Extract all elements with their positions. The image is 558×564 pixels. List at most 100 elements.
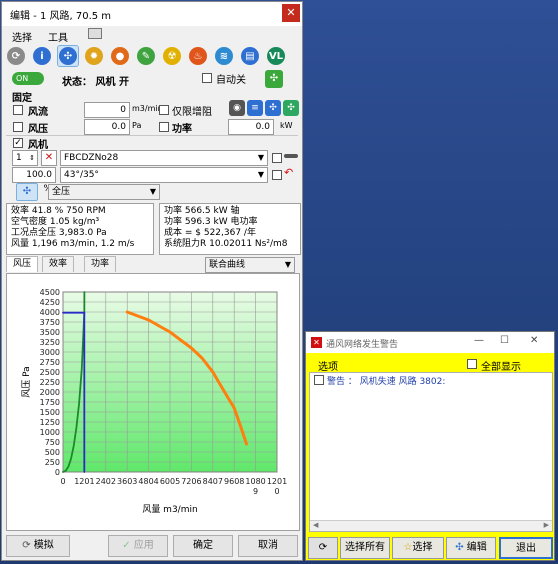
y-tick-label: 2750 xyxy=(40,358,60,367)
layers-icon[interactable]: ▤ xyxy=(240,46,260,66)
fan-on-toggle[interactable]: ON xyxy=(12,72,44,85)
fan-green-icon[interactable]: ✣ xyxy=(283,100,299,116)
fan-settings-icon[interactable]: ✣ xyxy=(16,183,38,201)
performance-info-right: 功率 566.5 kW 轴 功率 596.3 kW 电功率 成本 = $ 522… xyxy=(159,203,301,255)
y-tick-label: 1750 xyxy=(40,398,60,407)
toolbar: ⟳ i ✣ ✹ ● ✎ ☢ ♨ ≋ ▤ VL xyxy=(2,44,302,68)
auto-off-checkbox[interactable] xyxy=(202,73,212,83)
dialog-titlebar: 编辑 - 1 风路, 70.5 m ✕ xyxy=(2,2,302,26)
simulate-icon: ⟳ xyxy=(22,540,31,551)
fan-blue-icon[interactable]: ✣ xyxy=(265,100,281,116)
select-button[interactable]: ☆选择 xyxy=(392,537,444,559)
status-label: 状态： 风机 开 xyxy=(62,77,129,88)
info-icon[interactable]: i xyxy=(32,46,52,66)
power-checkbox[interactable] xyxy=(159,122,169,132)
simulate-button[interactable]: ⟳ 模拟 xyxy=(6,535,70,557)
refresh-icon[interactable]: ⟳ xyxy=(6,46,26,66)
chevron-down-icon: ▼ xyxy=(284,260,291,269)
airflow-input[interactable]: 0 xyxy=(84,102,130,118)
horizontal-scrollbar[interactable]: ◀ ▶ xyxy=(310,520,552,531)
y-tick-label: 2500 xyxy=(40,368,60,377)
ok-button[interactable]: 确定 xyxy=(173,535,233,557)
airflow-checkbox[interactable] xyxy=(13,105,23,115)
pressure-type-select[interactable]: 全压 ▼ xyxy=(48,184,160,200)
increase-only-checkbox[interactable] xyxy=(159,105,169,115)
fan-icon-glyph: ✣ xyxy=(59,47,77,65)
simulate-icon-button[interactable]: ⟳ xyxy=(308,537,338,559)
stepper-arrows-icon[interactable]: ⇕ xyxy=(29,151,35,165)
exit-button[interactable]: 退出 xyxy=(499,537,553,559)
power-input[interactable]: 0.0 xyxy=(228,119,274,135)
y-tick-label: 1000 xyxy=(40,428,60,437)
tab-pressure[interactable]: 风压 xyxy=(6,256,39,272)
curve-type-select[interactable]: 联合曲线 ▼ xyxy=(205,257,295,273)
close-icon[interactable]: ✕ xyxy=(530,335,538,346)
close-button[interactable]: ✕ xyxy=(282,4,300,22)
edit-button[interactable]: ✣ 编辑 xyxy=(446,537,496,559)
flame-icon[interactable]: ♨ xyxy=(188,46,208,66)
chat-icon-glyph: ✎ xyxy=(137,47,155,65)
y-tick-label: 4000 xyxy=(40,308,60,317)
pressure-checkbox[interactable] xyxy=(13,122,23,132)
list-icon[interactable]: ≡ xyxy=(247,100,263,116)
efficiency-line: 效率 41.8 % 750 RPM xyxy=(11,206,106,216)
shaft-power-line: 功率 566.5 kW 轴 xyxy=(164,206,240,216)
vl-icon[interactable]: VL xyxy=(266,46,286,66)
fan-edit-icon: ✣ xyxy=(455,542,464,553)
fan-checkbox[interactable]: ✓ xyxy=(13,138,23,148)
fan-wheel-icon[interactable]: ✣ xyxy=(265,70,283,88)
warning-titlebar: ✕ 通风网络发生警告 — ☐ ✕ xyxy=(306,332,554,353)
y-tick-label: 3750 xyxy=(40,318,60,327)
pressure-input[interactable]: 0.0 xyxy=(84,119,130,135)
fan-count-stepper[interactable]: 1 ⇕ xyxy=(12,150,38,166)
chat-icon[interactable]: ✎ xyxy=(136,46,156,66)
y-tick-label: 750 xyxy=(45,438,60,447)
fire-badge-icon[interactable]: ● xyxy=(110,46,130,66)
camera-icon[interactable] xyxy=(88,28,102,39)
y-tick-label: 2000 xyxy=(40,388,60,397)
list-item[interactable]: 警告 ： 风机失速 风路 3802: xyxy=(310,373,552,387)
resistance-line: 系统阻力R 10.02011 Ns²/m8 xyxy=(164,239,288,249)
select-all-button[interactable]: 选择所有 xyxy=(340,537,390,559)
delete-fan-icon[interactable]: ✕ xyxy=(41,150,57,166)
apply-button[interactable]: ✓ 应用 xyxy=(108,535,168,557)
electric-power-line: 功率 596.3 kW 电功率 xyxy=(164,217,258,227)
undo-arrow-icon[interactable]: ↶ xyxy=(284,166,293,179)
fan-icon[interactable]: ✣ xyxy=(57,45,79,67)
menu-select[interactable]: 选择 xyxy=(12,29,32,44)
x-tick-label: 0 xyxy=(60,477,65,486)
apply-label: 应用 xyxy=(133,540,154,551)
options-column-header: 选项 xyxy=(318,362,338,373)
curve-type-value: 联合曲线 xyxy=(209,260,246,270)
cancel-button[interactable]: 取消 xyxy=(238,535,298,557)
scroll-right-icon[interactable]: ▶ xyxy=(544,521,549,529)
cancel-label: 取消 xyxy=(258,540,278,551)
warning-title: 通风网络发生警告 xyxy=(326,340,399,350)
menu-tools[interactable]: 工具 xyxy=(48,29,68,44)
pressure-label: 风压 xyxy=(28,124,48,135)
tab-efficiency[interactable]: 效率 xyxy=(42,256,75,272)
maximize-icon[interactable]: ☐ xyxy=(500,335,509,346)
operating-pressure-line: 工况点全压 3,983.0 Pa xyxy=(11,228,107,238)
y-tick-label: 1500 xyxy=(40,408,60,417)
sun-icon[interactable]: ✹ xyxy=(84,46,104,66)
fan-model-checkbox[interactable] xyxy=(272,153,282,163)
radiation-icon[interactable]: ☢ xyxy=(162,46,182,66)
tab-power[interactable]: 功率 xyxy=(84,256,117,272)
chart-frame: 0 1201 2402 3603 4804 6005 7206 8407 9608 1080 9 12… xyxy=(6,273,300,531)
speed-percent-input[interactable]: 100.0 % xyxy=(12,167,56,194)
chevron-down-icon: ▼ xyxy=(149,187,156,196)
warning-item-checkbox[interactable] xyxy=(314,375,324,385)
show-all-label: 全部显示 xyxy=(481,362,521,373)
minimize-icon[interactable]: — xyxy=(474,335,484,346)
blade-angle-select[interactable]: 43°/35° ▼ xyxy=(60,167,268,183)
record-icon[interactable]: ◉ xyxy=(229,100,245,116)
scroll-left-icon[interactable]: ◀ xyxy=(313,521,318,529)
power-unit: kW xyxy=(280,121,293,130)
angle-checkbox[interactable] xyxy=(272,170,282,180)
fan-model-select[interactable]: FBCDZNo28 ▼ xyxy=(60,150,268,166)
wifi-icon[interactable]: ≋ xyxy=(214,46,234,66)
show-all-checkbox[interactable] xyxy=(467,359,477,369)
fan-heading: 风机 xyxy=(28,140,48,151)
select-all-label: 选择所有 xyxy=(345,542,385,553)
